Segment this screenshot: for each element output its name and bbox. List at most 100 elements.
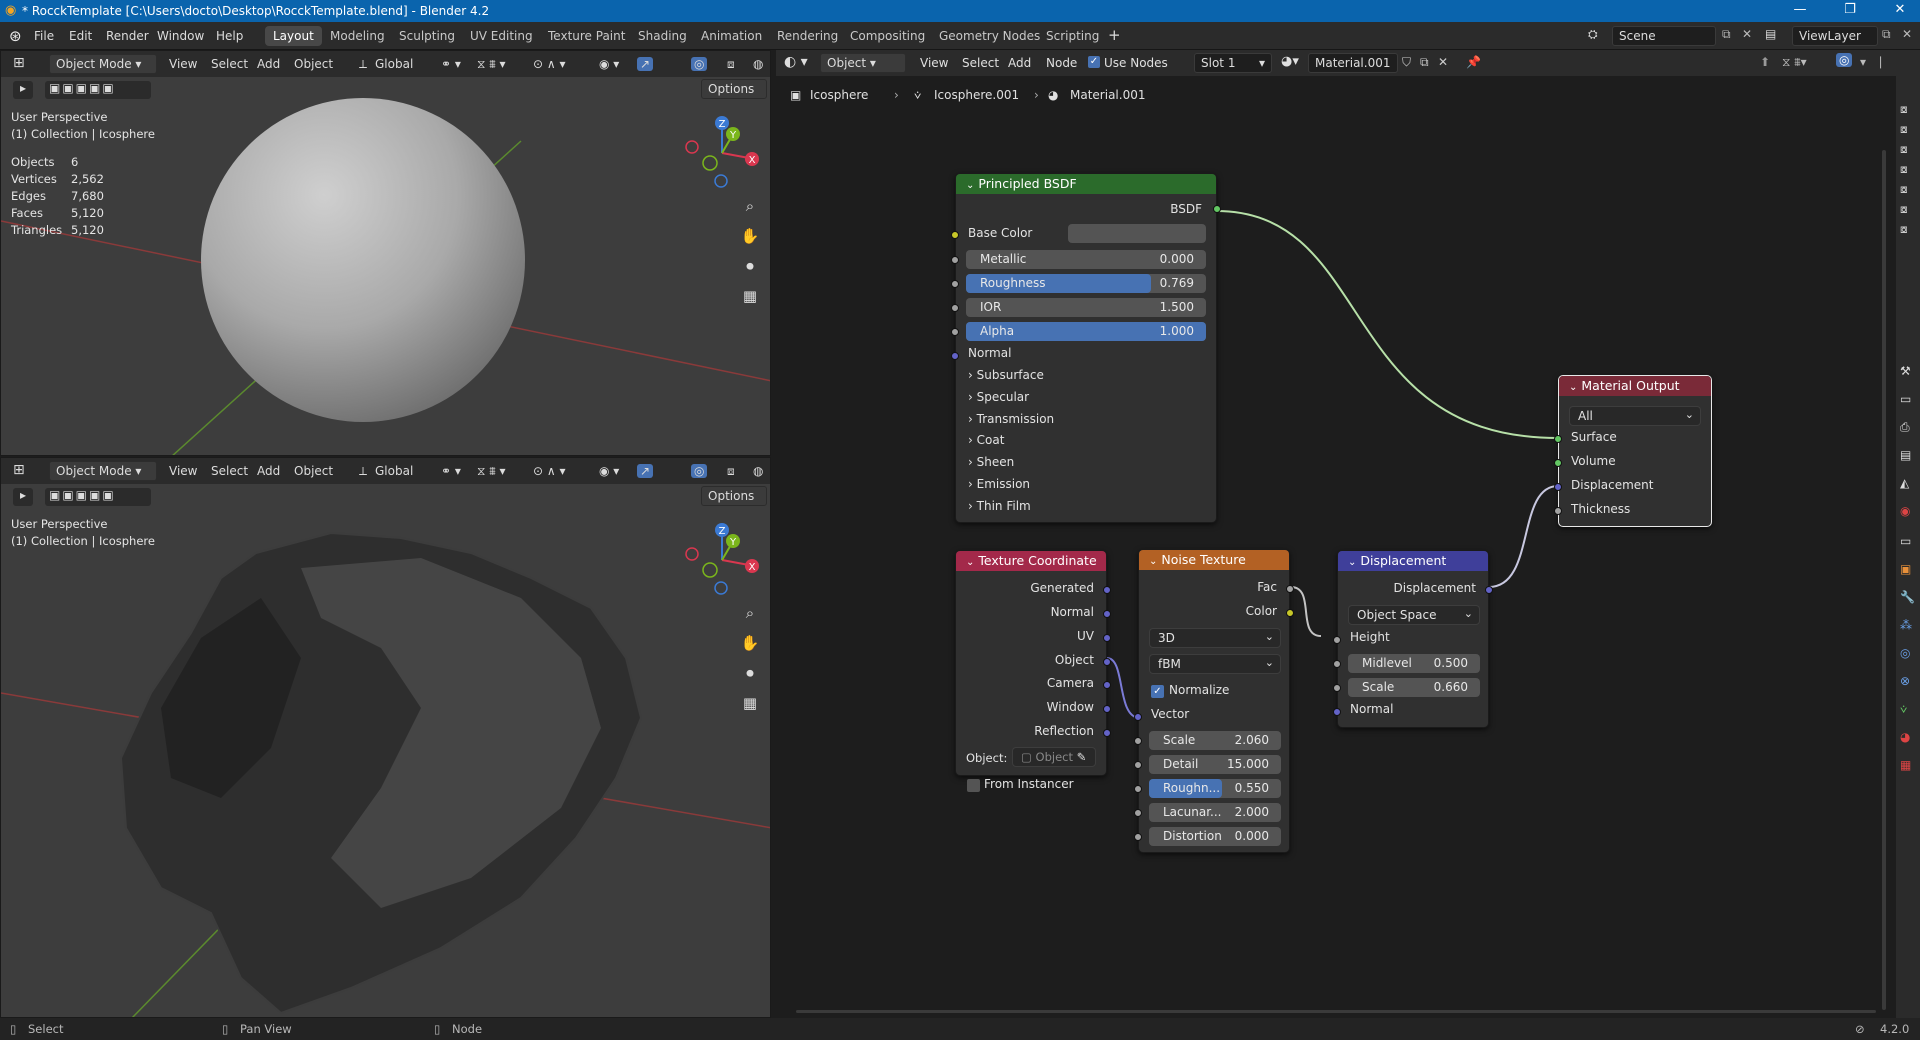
menu-view[interactable]: View	[169, 464, 197, 478]
menu-add[interactable]: Add	[257, 464, 280, 478]
viewlayer-icon[interactable]: ▤	[1765, 27, 1776, 41]
slider-scale[interactable]: Scale 2.060	[1149, 731, 1281, 750]
scene-field[interactable]: Scene	[1612, 26, 1716, 46]
modifier-icon[interactable]: 🔧	[1900, 590, 1915, 604]
overlay-toggle-icon[interactable]: ◎	[691, 57, 708, 71]
zoom-icon[interactable]: ⌕	[739, 195, 761, 217]
options-button[interactable]: Options	[701, 486, 767, 506]
gizmo-toggle-icon[interactable]: ↗	[637, 57, 654, 71]
node-header[interactable]: ⌄ Principled BSDF	[956, 174, 1216, 194]
normal-socket[interactable]	[1333, 708, 1341, 716]
mode-select[interactable]: Object Mode ▾	[49, 461, 157, 481]
volume-socket[interactable]	[1554, 459, 1562, 467]
dimensions-select[interactable]: 3D ⌄	[1149, 628, 1281, 648]
output-icon[interactable]: ⎙	[1900, 420, 1910, 435]
menu-render[interactable]: Render	[106, 29, 149, 43]
input-socket[interactable]	[1134, 761, 1142, 769]
tool-icon[interactable]: ⚒	[1900, 364, 1911, 378]
menu-select[interactable]: Select	[211, 464, 248, 478]
menu-file[interactable]: File	[34, 29, 54, 43]
menu-add[interactable]: Add	[257, 57, 280, 71]
eyedropper-icon[interactable]: ✎	[1077, 750, 1087, 764]
tab-rendering[interactable]: Rendering	[769, 26, 846, 46]
slider-ior[interactable]: IOR 1.500	[966, 298, 1206, 317]
orientation-select[interactable]: Global	[375, 464, 413, 478]
output-socket[interactable]	[1103, 586, 1111, 594]
menu-window[interactable]: Window	[157, 29, 204, 43]
menu-object[interactable]: Object	[294, 57, 333, 71]
tab-compositing[interactable]: Compositing	[842, 26, 933, 46]
ortho-grid-icon[interactable]: ▦	[739, 285, 761, 307]
tab-texture-paint[interactable]: Texture Paint	[540, 26, 633, 46]
viewport-bottom[interactable]: ⊞ Object Mode ▾ View Select Add Object ⟂…	[0, 457, 771, 1018]
tab-uv-editing[interactable]: UV Editing	[462, 26, 541, 46]
input-socket[interactable]	[1333, 660, 1341, 668]
panel-coat[interactable]: › Coat	[968, 433, 1004, 447]
vector-input-socket[interactable]	[1134, 713, 1142, 721]
camera-view-icon[interactable]: ⏺	[739, 255, 761, 277]
proportional-icon[interactable]: ⊙ ∧ ▾	[533, 57, 566, 71]
node-header[interactable]: ⌄ Displacement	[1338, 551, 1488, 571]
select-mode-icons[interactable]: ▣▣▣▣▣	[45, 81, 151, 99]
input-socket[interactable]	[1134, 809, 1142, 817]
particles-icon[interactable]: ⁂	[1900, 618, 1912, 632]
remove-viewlayer-icon[interactable]: ✕	[1902, 27, 1912, 41]
panel-thin-film[interactable]: › Thin Film	[968, 499, 1031, 513]
menu-view[interactable]: View	[169, 57, 197, 71]
tab-shading[interactable]: Shading	[630, 26, 695, 46]
slider-roughness[interactable]: Roughn... 0.550	[1149, 779, 1281, 798]
color-output-socket[interactable]	[1286, 609, 1294, 617]
output-socket[interactable]	[1103, 634, 1111, 642]
viewport-top[interactable]: ⊞ Object Mode ▾ View Select Add Object ⟂…	[0, 50, 771, 456]
input-socket[interactable]	[1134, 785, 1142, 793]
world-icon[interactable]: ◉	[1900, 504, 1910, 518]
node-noise-texture[interactable]: ⌄ Noise Texture Fac Color 3D ⌄ fBM ⌄ ✓ Nor…	[1134, 549, 1294, 853]
viewlayer-field[interactable]: ViewLayer	[1792, 26, 1878, 46]
slider-midlevel[interactable]: Midlevel 0.500	[1348, 654, 1480, 673]
proportional-icon[interactable]: ⊙ ∧ ▾	[533, 464, 566, 478]
input-socket[interactable]	[1134, 737, 1142, 745]
space-select[interactable]: Object Space ⌄	[1348, 605, 1480, 625]
camera-icon[interactable]: ⧇	[1900, 162, 1908, 177]
menu-help[interactable]: Help	[216, 29, 243, 43]
shading-solid-icon[interactable]: ◍	[753, 464, 763, 478]
navigation-gizmo[interactable]: Z Y X	[677, 111, 767, 191]
camera-icon[interactable]: ⧇	[1900, 202, 1908, 217]
add-workspace-icon[interactable]: +	[1108, 26, 1121, 44]
slider-detail[interactable]: Detail 15.000	[1149, 755, 1281, 774]
slider-alpha[interactable]: Alpha 1.000	[966, 322, 1206, 341]
camera-icon[interactable]: ⧇	[1900, 102, 1908, 117]
input-socket[interactable]	[951, 256, 959, 264]
maximize-button[interactable]: ❐	[1835, 2, 1865, 17]
slider-lacunarity[interactable]: Lacunar... 2.000	[1149, 803, 1281, 822]
target-select[interactable]: All ⌄	[1569, 406, 1701, 426]
constraints-icon[interactable]: ⊗	[1900, 674, 1910, 688]
from-instancer-checkbox[interactable]	[967, 779, 980, 792]
new-scene-icon[interactable]: ⧉	[1722, 27, 1731, 42]
render-icon[interactable]: ▭	[1900, 392, 1911, 406]
pivot-icon[interactable]: ⚭ ▾	[441, 464, 461, 478]
editor-type-icon[interactable]: ⊞	[13, 462, 25, 478]
normal-socket[interactable]	[951, 352, 959, 360]
menu-edit[interactable]: Edit	[69, 29, 92, 43]
xray-icon[interactable]: ⧈	[727, 464, 735, 479]
node-texture-coordinate[interactable]: ⌄ Texture Coordinate Generated Normal UV…	[955, 550, 1111, 776]
surface-socket[interactable]	[1554, 435, 1562, 443]
input-socket[interactable]	[1134, 833, 1142, 841]
node-header[interactable]: ⌄ Noise Texture	[1139, 550, 1289, 570]
output-socket[interactable]	[1103, 658, 1111, 666]
panel-sheen[interactable]: › Sheen	[968, 455, 1014, 469]
tab-modeling[interactable]: Modeling	[322, 26, 393, 46]
noise-type-select[interactable]: fBM ⌄	[1149, 654, 1281, 674]
zoom-icon[interactable]: ⌕	[739, 602, 761, 624]
base-color-swatch[interactable]	[1068, 224, 1206, 243]
thickness-socket[interactable]	[1554, 507, 1562, 515]
remove-scene-icon[interactable]: ✕	[1742, 27, 1752, 41]
snap-icon[interactable]: ⧖ ⩩ ▾	[477, 57, 506, 72]
base-color-socket[interactable]	[951, 231, 959, 239]
menu-object[interactable]: Object	[294, 464, 333, 478]
sphere-mesh[interactable]	[201, 98, 525, 422]
pan-hand-icon[interactable]: ✋	[739, 225, 761, 247]
input-socket[interactable]	[1333, 684, 1341, 692]
panel-specular[interactable]: › Specular	[968, 390, 1029, 404]
